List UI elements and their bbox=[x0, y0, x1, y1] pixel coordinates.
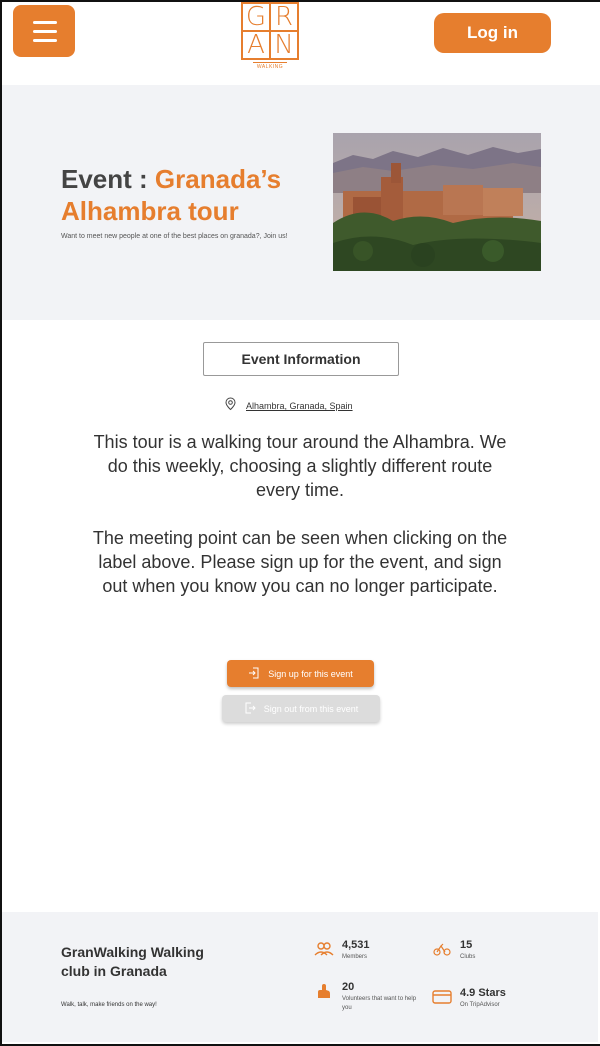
alhambra-photo bbox=[333, 133, 541, 271]
stat-volunteers: 20 Volunteers that want to help you bbox=[314, 981, 420, 1013]
hero-subtitle: Want to meet new people at one of the be… bbox=[61, 233, 288, 240]
rating-card-icon bbox=[432, 989, 452, 1005]
stat-members: 4,531 Members bbox=[314, 939, 370, 962]
title-prefix: Event : bbox=[61, 164, 155, 194]
sign-out-label: Sign out from this event bbox=[263, 703, 359, 714]
stat-label: Volunteers that want to help you bbox=[342, 996, 417, 1011]
sign-up-button[interactable]: Sign up for this event bbox=[227, 660, 374, 687]
logo-letter: R bbox=[270, 3, 298, 31]
stat-label: On TripAdvisor bbox=[460, 1002, 500, 1008]
logo-letter: A bbox=[242, 31, 270, 59]
footer-tagline: Walk, talk, make friends on the way! bbox=[61, 1002, 157, 1008]
page-title: Event : Granada’s Alhambra tour bbox=[61, 163, 321, 227]
footer: GranWalking Walking club in Granada Walk… bbox=[0, 912, 598, 1042]
stat-value: 4.9 Stars bbox=[460, 987, 506, 999]
sign-in-icon bbox=[248, 667, 260, 681]
clubs-icon bbox=[432, 941, 452, 957]
location-text: Alhambra, Granada, Spain bbox=[246, 401, 353, 411]
stat-value: 15 bbox=[460, 939, 473, 951]
volunteers-icon bbox=[314, 983, 334, 999]
logo[interactable]: G R A N WALKING bbox=[241, 2, 299, 70]
logo-letter: N bbox=[270, 31, 298, 59]
stat-rating: 4.9 Stars On TripAdvisor bbox=[432, 987, 506, 1010]
stat-value: 20 bbox=[342, 981, 355, 993]
event-hero: Event : Granada’s Alhambra tour Want to … bbox=[0, 85, 600, 320]
login-button[interactable]: Log in bbox=[434, 13, 551, 53]
location-link[interactable]: Alhambra, Granada, Spain bbox=[224, 396, 353, 416]
stat-label: Clubs bbox=[460, 954, 476, 960]
sign-out-icon bbox=[244, 702, 256, 716]
logo-letter: G bbox=[242, 3, 270, 31]
members-icon bbox=[314, 941, 334, 957]
logo-subtitle: WALKING bbox=[253, 62, 287, 70]
sign-out-button[interactable]: Sign out from this event bbox=[222, 695, 380, 722]
footer-title: GranWalking Walking club in Granada bbox=[61, 944, 204, 979]
stat-value: 4,531 bbox=[342, 939, 370, 951]
stat-label: Members bbox=[342, 954, 368, 960]
stat-clubs: 15 Clubs bbox=[432, 939, 475, 962]
event-information-button[interactable]: Event Information bbox=[203, 342, 399, 376]
location-pin-icon bbox=[224, 396, 237, 416]
event-description: This tour is a walking tour around the A… bbox=[93, 432, 507, 500]
sign-up-label: Sign up for this event bbox=[268, 668, 353, 679]
menu-button[interactable] bbox=[13, 5, 75, 57]
event-meeting-info: The meeting point can be seen when click… bbox=[92, 528, 508, 596]
